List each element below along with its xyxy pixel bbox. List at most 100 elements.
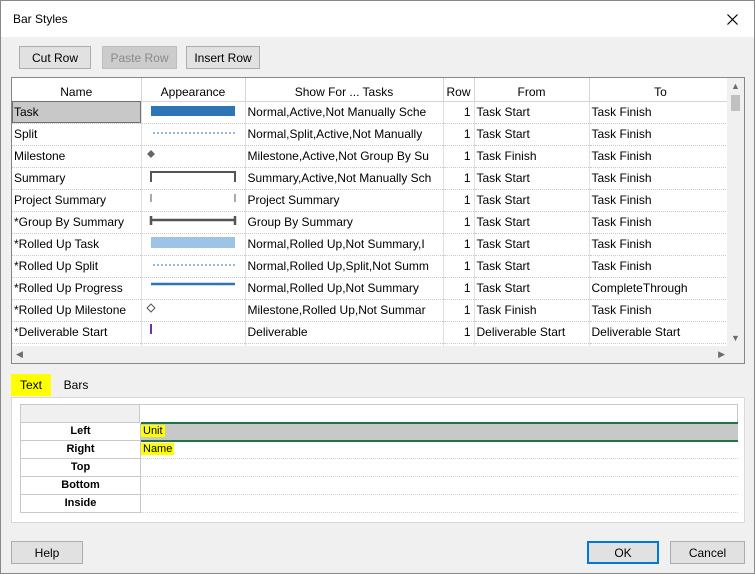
- scroll-up-icon[interactable]: ▲: [731, 81, 740, 91]
- col-header-to[interactable]: To: [589, 78, 733, 102]
- cell-to[interactable]: CompleteThrough: [589, 277, 733, 300]
- tab-bars[interactable]: Bars: [59, 374, 93, 396]
- cell-appearance[interactable]: [141, 211, 246, 234]
- row-label-bottom[interactable]: Bottom: [20, 477, 141, 495]
- cell-name[interactable]: Project Summary: [12, 189, 142, 212]
- cell-row[interactable]: 1: [443, 123, 475, 146]
- table-row[interactable]: *Deliverable Start Deliverable 1 Deliverabl…: [12, 321, 733, 344]
- text-grid[interactable]: Left Unit Right Name Top Bottom Inside: [20, 404, 738, 516]
- scroll-right-icon[interactable]: ▶: [718, 349, 725, 360]
- cell-row[interactable]: 1: [443, 189, 475, 212]
- cell-show-for[interactable]: Normal,Active,Not Manually Sche: [245, 101, 444, 124]
- close-button[interactable]: [720, 7, 744, 31]
- cell-to[interactable]: Task Finish: [589, 233, 733, 256]
- cell-row[interactable]: 1: [443, 233, 475, 256]
- cell-to[interactable]: Task Finish: [589, 299, 733, 322]
- cell-show-for[interactable]: Normal,Rolled Up,Not Summary: [245, 277, 444, 300]
- cell-name[interactable]: *Rolled Up Split: [12, 255, 142, 278]
- cell-show-for[interactable]: Milestone,Rolled Up,Not Summar: [245, 299, 444, 322]
- table-row[interactable]: *Rolled Up Split Normal,Rolled Up,Split,N…: [12, 255, 733, 278]
- cell-from[interactable]: Task Start: [474, 167, 590, 190]
- cell-show-for[interactable]: Normal,Split,Active,Not Manually: [245, 123, 444, 146]
- table-row[interactable]: Summary Summary,Active,Not Manually Sch 1 T…: [12, 167, 733, 190]
- cell-row[interactable]: 1: [443, 255, 475, 278]
- table-row[interactable]: Task Normal,Active,Not Manually Sche 1 Task…: [12, 101, 733, 124]
- table-row[interactable]: *Rolled Up Task Normal,Rolled Up,Not Summ…: [12, 233, 733, 256]
- cell-name[interactable]: *Deliverable Start: [12, 321, 142, 344]
- cell-row[interactable]: 1: [443, 145, 475, 168]
- cell-to[interactable]: Task Finish: [589, 255, 733, 278]
- col-header-appearance[interactable]: Appearance: [141, 78, 246, 102]
- cell-to[interactable]: Deliverable Start: [589, 321, 733, 344]
- cell-appearance[interactable]: [141, 189, 246, 212]
- row-label-top[interactable]: Top: [20, 459, 141, 477]
- cell-name[interactable]: *Rolled Up Milestone: [12, 299, 142, 322]
- row-value-right[interactable]: Name: [141, 441, 738, 459]
- cell-show-for[interactable]: Normal,Rolled Up,Not Summary,I: [245, 233, 444, 256]
- scroll-left-icon[interactable]: ◀: [16, 349, 23, 360]
- bar-styles-grid[interactable]: Name Appearance Show For ... Tasks Row F…: [11, 77, 745, 364]
- cell-from[interactable]: Task Finish: [474, 145, 590, 168]
- col-header-name[interactable]: Name: [12, 78, 142, 102]
- cell-name[interactable]: Summary: [12, 167, 142, 190]
- table-row[interactable]: *Group By Summary Group By Summary 1 Task S…: [12, 211, 733, 234]
- row-value-left[interactable]: Unit: [141, 422, 738, 442]
- cell-from[interactable]: Task Start: [474, 277, 590, 300]
- cell-from[interactable]: Task Finish: [474, 299, 590, 322]
- col-header-from[interactable]: From: [474, 78, 590, 102]
- paste-row-button[interactable]: Paste Row: [102, 46, 177, 69]
- cell-to[interactable]: Task Finish: [589, 101, 733, 124]
- table-row[interactable]: Project Summary Project Summary 1 Task Star…: [12, 189, 733, 212]
- cell-show-for[interactable]: Milestone,Active,Not Group By Su: [245, 145, 444, 168]
- row-value-inside[interactable]: [141, 495, 738, 513]
- cell-from[interactable]: Task Start: [474, 189, 590, 212]
- cell-show-for[interactable]: Normal,Rolled Up,Split,Not Summ: [245, 255, 444, 278]
- cell-to[interactable]: Task Finish: [589, 189, 733, 212]
- vertical-scrollbar[interactable]: ▲ ▼: [727, 78, 744, 346]
- cell-from[interactable]: Deliverable Start: [474, 321, 590, 344]
- cell-row[interactable]: 1: [443, 321, 475, 344]
- cell-appearance[interactable]: [141, 255, 246, 278]
- table-row[interactable]: Split Normal,Split,Active,Not Manually 1 Ta…: [12, 123, 733, 146]
- row-label-left[interactable]: Left: [20, 423, 141, 441]
- horizontal-scrollbar[interactable]: ◀ ▶: [12, 346, 744, 363]
- cell-from[interactable]: Task Start: [474, 233, 590, 256]
- cell-name[interactable]: Milestone: [12, 145, 142, 168]
- cell-appearance[interactable]: [141, 321, 246, 344]
- cell-to[interactable]: Task Finish: [589, 123, 733, 146]
- table-row[interactable]: *Rolled Up Progress Normal,Rolled Up,Not …: [12, 277, 733, 300]
- row-value-top[interactable]: [141, 459, 738, 477]
- col-header-row[interactable]: Row: [443, 78, 475, 102]
- row-label-inside[interactable]: Inside: [20, 495, 141, 513]
- cell-name[interactable]: Task: [12, 101, 142, 124]
- cell-to[interactable]: Task Finish: [589, 211, 733, 234]
- cell-appearance[interactable]: [141, 101, 246, 124]
- cell-from[interactable]: Task Start: [474, 211, 590, 234]
- cell-row[interactable]: 1: [443, 167, 475, 190]
- cell-appearance[interactable]: [141, 123, 246, 146]
- cell-name[interactable]: *Rolled Up Progress: [12, 277, 142, 300]
- cell-row[interactable]: 1: [443, 277, 475, 300]
- row-value-bottom[interactable]: [141, 477, 738, 495]
- cell-appearance[interactable]: [141, 299, 246, 322]
- cell-name[interactable]: Split: [12, 123, 142, 146]
- cell-appearance[interactable]: [141, 233, 246, 256]
- cancel-button[interactable]: Cancel: [670, 541, 745, 564]
- ok-button[interactable]: OK: [587, 541, 659, 564]
- cell-appearance[interactable]: [141, 145, 246, 168]
- cell-to[interactable]: Task Finish: [589, 145, 733, 168]
- scroll-thumb[interactable]: [731, 95, 740, 111]
- cell-show-for[interactable]: Summary,Active,Not Manually Sch: [245, 167, 444, 190]
- cell-show-for[interactable]: Deliverable: [245, 321, 444, 344]
- scroll-down-icon[interactable]: ▼: [731, 333, 740, 343]
- cell-row[interactable]: 1: [443, 101, 475, 124]
- tab-text[interactable]: Text: [11, 374, 51, 396]
- table-row[interactable]: Milestone Milestone,Active,Not Group By S…: [12, 145, 733, 168]
- col-header-show-for[interactable]: Show For ... Tasks: [245, 78, 444, 102]
- cell-from[interactable]: Task Start: [474, 101, 590, 124]
- cell-row[interactable]: 1: [443, 211, 475, 234]
- cell-name[interactable]: *Rolled Up Task: [12, 233, 142, 256]
- cell-appearance[interactable]: [141, 167, 246, 190]
- cell-to[interactable]: Task Finish: [589, 167, 733, 190]
- cell-appearance[interactable]: [141, 277, 246, 300]
